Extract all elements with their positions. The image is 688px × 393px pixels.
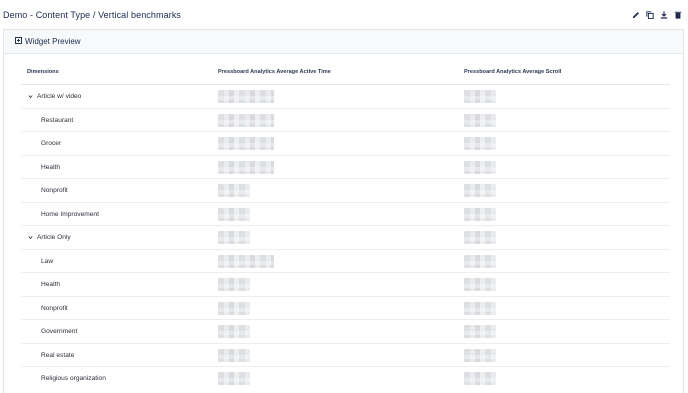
dimension-label: Real estate (41, 351, 75, 359)
dimension-cell: Article w/ video (28, 93, 81, 100)
widget-panel: Widget Preview Dimensions Pressboard Ana… (3, 29, 684, 393)
redacted-scroll-value (464, 113, 496, 127)
table-row: Real estate (21, 344, 670, 367)
edit-icon[interactable] (632, 11, 640, 19)
delete-icon[interactable] (674, 11, 682, 19)
table-row: Law (21, 250, 670, 273)
dimension-cell: Law (41, 258, 53, 265)
table-row: Grocer (21, 132, 670, 156)
table-row: Nonprofit (21, 297, 670, 320)
redacted-active-time-value (218, 278, 250, 291)
dimension-cell: Home Improvement (41, 211, 99, 218)
widget-toolbar (632, 11, 682, 19)
redacted-active-time-value (218, 113, 274, 127)
redacted-scroll-value (464, 207, 496, 221)
dimension-label: Law (41, 257, 54, 265)
dimension-cell: Restaurant (41, 117, 73, 124)
table-group-row[interactable]: Article Only (21, 226, 670, 250)
redacted-active-time-value (218, 184, 250, 197)
redacted-active-time-value (218, 207, 250, 221)
redacted-active-time-value (218, 254, 274, 268)
widget-header: Widget Preview (4, 30, 683, 54)
redacted-active-time-value (218, 160, 274, 174)
download-icon[interactable] (660, 11, 668, 19)
table-row: Religious organization (21, 367, 670, 391)
table-row: Health (21, 156, 670, 179)
redacted-scroll-value (464, 184, 496, 197)
table-header: Dimensions Pressboard Analytics Average … (21, 59, 670, 85)
table-row: Health (21, 273, 670, 297)
redacted-scroll-value (464, 301, 496, 315)
dimension-label: Article Only (37, 234, 71, 241)
dimension-label: Nonprofit (41, 187, 68, 194)
redacted-active-time-value (218, 301, 250, 315)
redacted-active-time-value (218, 231, 250, 244)
redacted-scroll-value (464, 325, 496, 338)
redacted-scroll-value (464, 278, 496, 291)
column-header-average-active-time[interactable]: Pressboard Analytics Average Active Time (218, 69, 331, 75)
redacted-scroll-value (464, 372, 496, 385)
dimension-cell: Health (41, 164, 60, 171)
redacted-active-time-value (218, 325, 250, 338)
dimension-label: Health (41, 163, 61, 171)
table-row: Nonprofit (21, 179, 670, 203)
dimension-cell: Grocer (41, 140, 61, 147)
dimension-cell: Government (41, 328, 77, 335)
chevron-down-icon[interactable] (28, 93, 34, 100)
data-table: Dimensions Pressboard Analytics Average … (21, 59, 670, 391)
column-header-average-scroll[interactable]: Pressboard Analytics Average Scroll (464, 69, 561, 75)
redacted-scroll-value (464, 90, 496, 103)
redacted-active-time-value (218, 90, 274, 103)
redacted-scroll-value (464, 160, 496, 174)
chevron-down-icon[interactable] (28, 234, 34, 241)
redacted-active-time-value (218, 372, 250, 385)
page-title: Demo - Content Type / Vertical benchmark… (3, 10, 182, 20)
redacted-scroll-value (464, 254, 496, 268)
dimension-label: Government (41, 328, 78, 335)
copy-icon[interactable] (646, 11, 654, 19)
redacted-scroll-value (464, 137, 496, 150)
dimension-cell: Nonprofit (41, 187, 68, 194)
table-group-row[interactable]: Article w/ video (21, 85, 670, 109)
dimension-cell: Real estate (41, 352, 74, 359)
redacted-scroll-value (464, 348, 496, 362)
dimension-label: Grocer (41, 140, 62, 147)
redacted-active-time-value (218, 348, 250, 362)
dimension-cell: Religious organization (41, 375, 106, 382)
dimension-label: Article w/ video (37, 93, 82, 100)
table-body: Article w/ video Restaurant Grocer Health No… (21, 85, 670, 391)
widget-title: Widget Preview (25, 37, 81, 46)
dimension-label: Home Improvement (41, 210, 99, 218)
dimension-cell: Nonprofit (41, 305, 68, 312)
table-row: Home Improvement (21, 203, 670, 226)
dimension-cell: Article Only (28, 234, 71, 241)
column-header-dimensions[interactable]: Dimensions (27, 69, 59, 75)
dimension-label: Nonprofit (41, 304, 68, 312)
dimension-label: Religious organization (41, 375, 106, 382)
dimension-cell: Health (41, 281, 60, 288)
dimension-label: Health (41, 281, 61, 288)
title-bar: Demo - Content Type / Vertical benchmark… (0, 0, 688, 30)
table-row: Government (21, 320, 670, 344)
redacted-scroll-value (464, 231, 496, 244)
expand-toggle-icon[interactable] (15, 37, 22, 44)
redacted-active-time-value (218, 137, 274, 150)
table-row: Restaurant (21, 109, 670, 132)
dimension-label: Restaurant (41, 116, 74, 124)
